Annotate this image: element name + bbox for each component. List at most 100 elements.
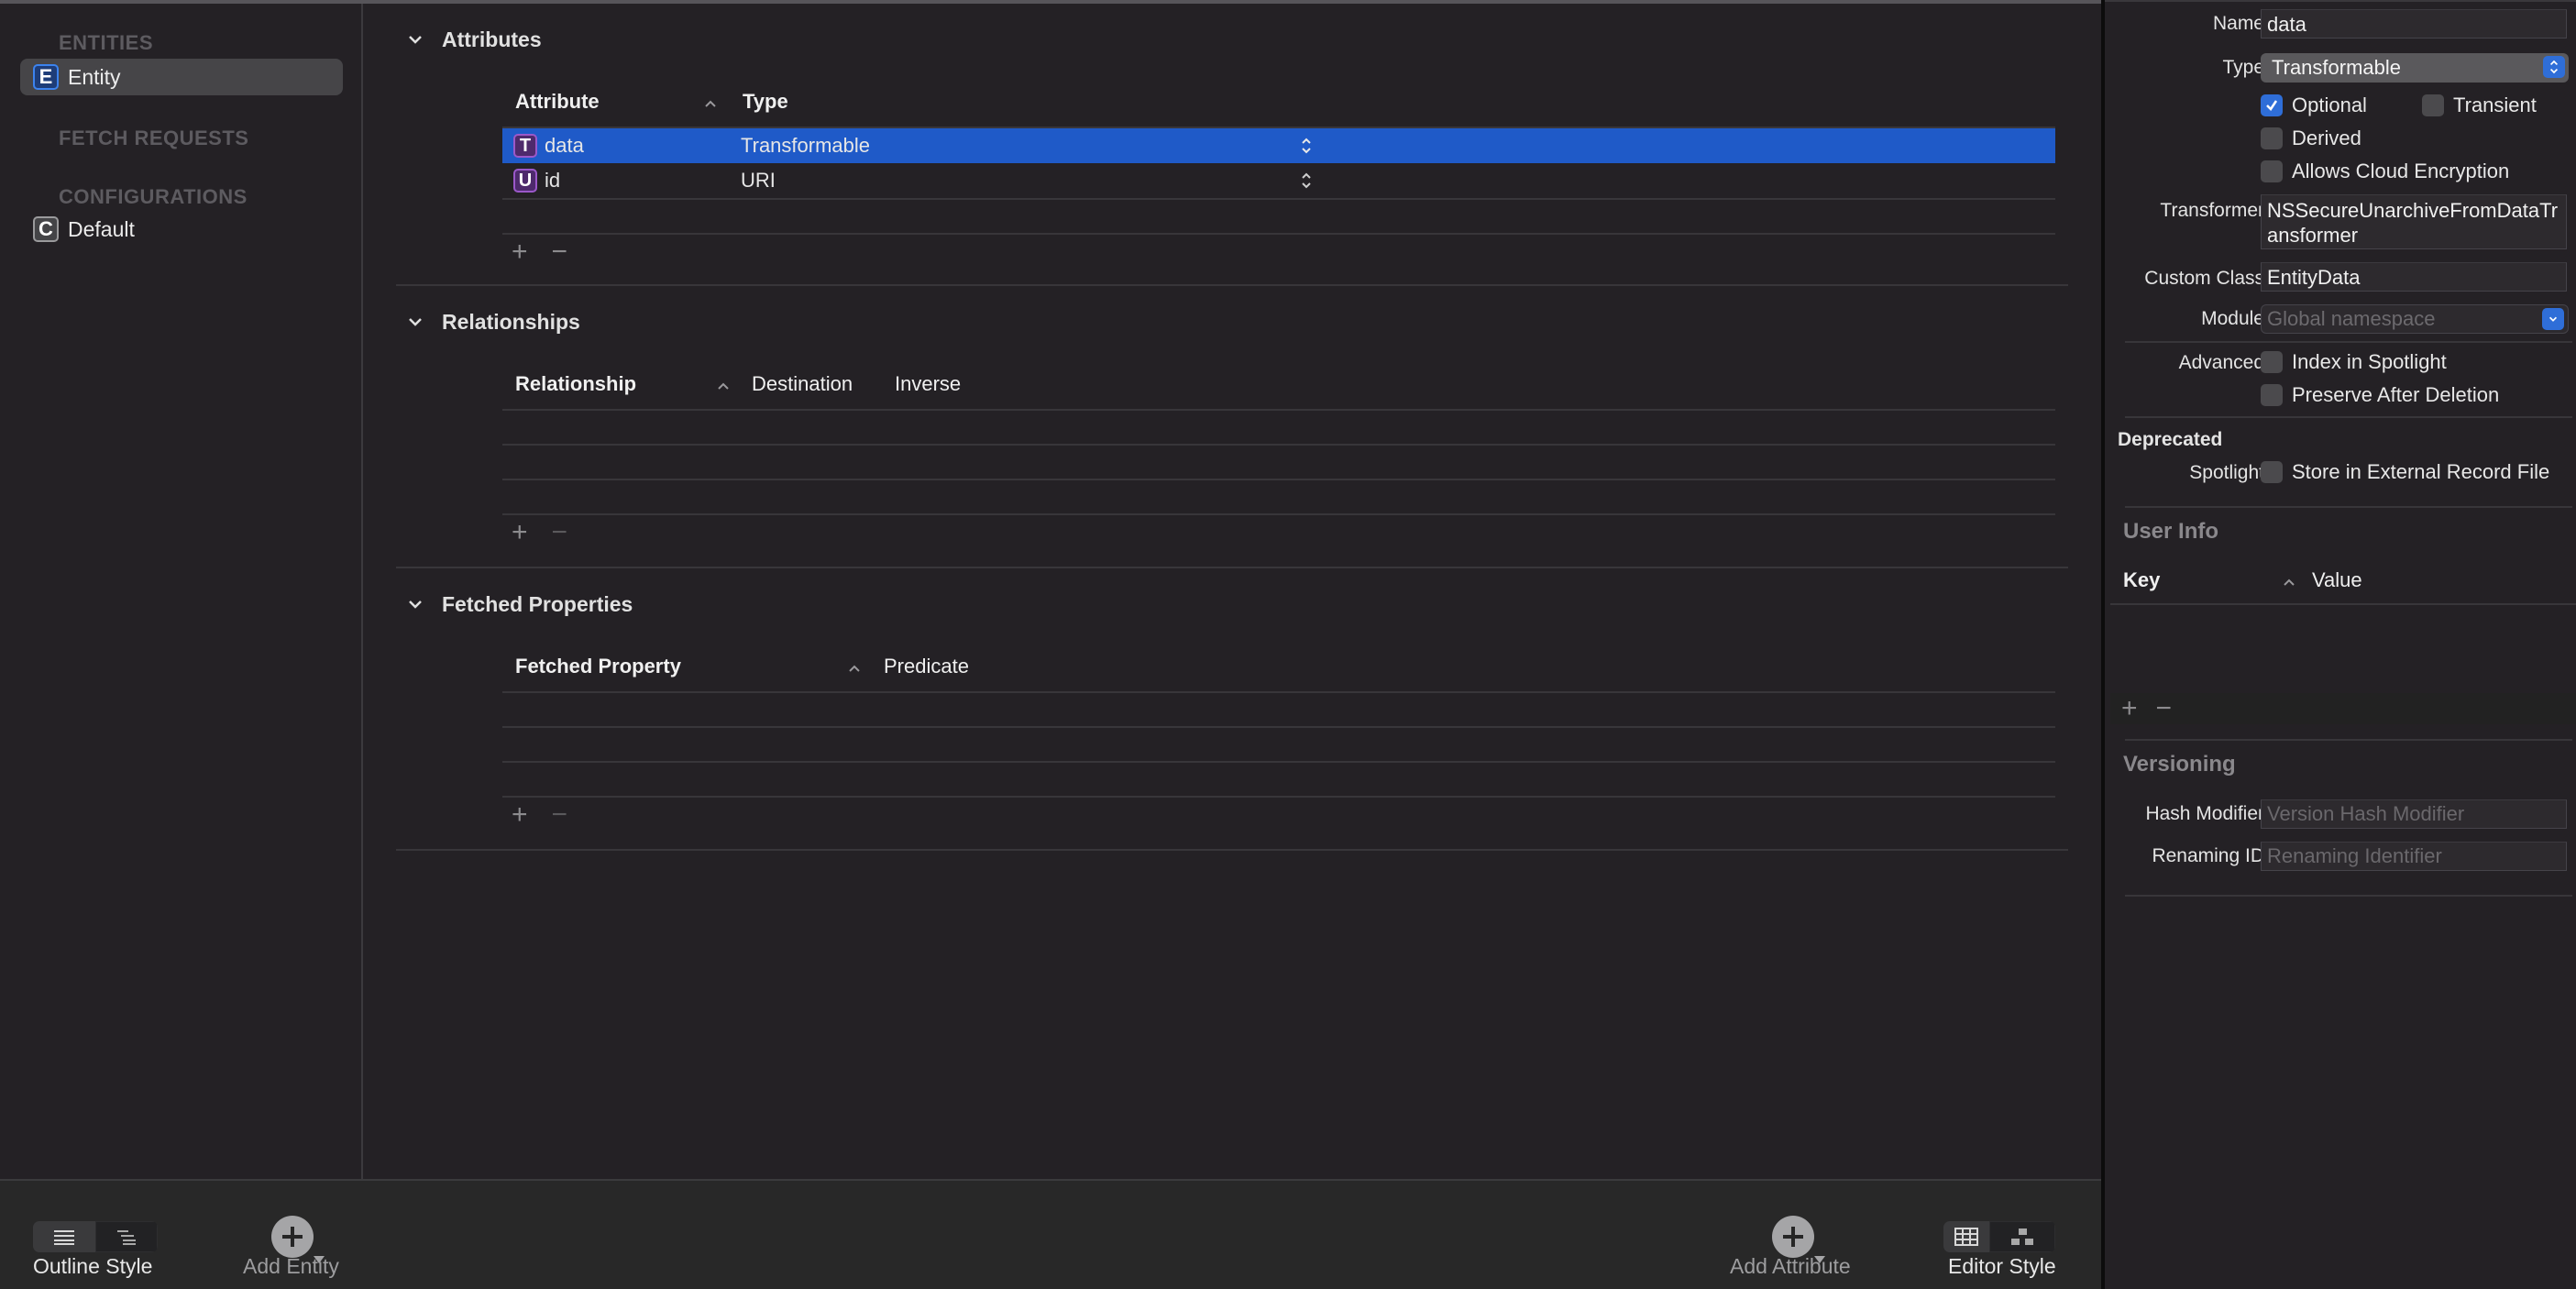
editor-style-table-button[interactable] [1943, 1221, 1989, 1252]
versioning-title: Versioning [2123, 752, 2236, 777]
optional-checkbox[interactable]: Optional [2261, 94, 2367, 117]
table-row[interactable]: T data Transformable [502, 128, 2055, 163]
list-indented-icon [117, 1230, 136, 1245]
spotlight-label: Spotlight [2189, 462, 2264, 483]
remove-attribute-button[interactable]: − [552, 238, 568, 266]
index-in-spotlight-checkbox[interactable]: Index in Spotlight [2261, 350, 2447, 374]
sort-ascending-icon [715, 380, 732, 392]
plus-icon [282, 1227, 303, 1247]
sidebar-item-entity[interactable]: E Entity [20, 59, 343, 95]
relationship-add-remove: + − [512, 519, 567, 546]
column-header-fetched-property[interactable]: Fetched Property [515, 655, 681, 678]
type-stepper-icon[interactable] [1300, 171, 1313, 191]
column-header-destination[interactable]: Destination [752, 372, 853, 396]
row-divider [502, 444, 2055, 446]
checkbox-checked-icon [2261, 94, 2283, 116]
table-grid-icon [1954, 1228, 1978, 1246]
transient-checkbox[interactable]: Transient [2422, 94, 2537, 117]
type-select[interactable]: Transformable [2261, 53, 2569, 83]
column-header-attribute[interactable]: Attribute [515, 90, 600, 114]
type-stepper-icon[interactable] [1300, 136, 1313, 156]
add-relationship-button[interactable]: + [512, 519, 528, 546]
up-down-arrows-icon [2543, 56, 2565, 78]
module-select[interactable]: Global namespace [2261, 304, 2569, 334]
plus-icon [1783, 1227, 1803, 1247]
add-attribute-plus-button[interactable]: + [512, 238, 528, 266]
transformable-type-icon: T [513, 134, 537, 158]
chevron-down-icon [2542, 308, 2564, 330]
outline-style-hierarchical-button[interactable] [95, 1221, 158, 1252]
chevron-down-icon[interactable] [405, 29, 425, 50]
remove-user-info-button[interactable]: − [2156, 695, 2173, 722]
derived-checkbox[interactable]: Derived [2261, 127, 2361, 150]
inspector-divider-line [2125, 506, 2572, 508]
sidebar-item-label: Entity [68, 64, 121, 89]
transformer-label: Transformer [2160, 200, 2264, 221]
attribute-name[interactable]: data [545, 134, 584, 158]
column-header-relationship[interactable]: Relationship [515, 372, 636, 396]
checkbox-unchecked-icon [2261, 461, 2283, 483]
checkbox-unchecked-icon [2261, 384, 2283, 406]
outline-style-segmented-control [33, 1221, 158, 1252]
hash-modifier-field[interactable] [2261, 799, 2567, 829]
remove-relationship-button[interactable]: − [552, 519, 568, 546]
entity-sidebar: ENTITIES E Entity FETCH REQUESTS CONFIGU… [0, 4, 362, 1179]
sort-ascending-icon [846, 662, 863, 675]
cloud-encryption-label: Allows Cloud Encryption [2292, 160, 2510, 182]
chevron-down-icon[interactable] [405, 594, 425, 614]
chevron-down-icon[interactable] [405, 312, 425, 332]
add-attribute-button[interactable] [1772, 1216, 1825, 1263]
row-divider [502, 233, 2055, 235]
add-entity-label: Add Entity [243, 1254, 339, 1278]
column-header-key[interactable]: Key [2123, 568, 2160, 592]
column-header-type[interactable]: Type [743, 90, 788, 114]
attribute-name[interactable]: id [545, 169, 560, 193]
deprecated-label: Deprecated [2118, 429, 2223, 450]
graph-diagram-icon [2011, 1228, 2033, 1245]
attribute-add-remove: + − [512, 238, 567, 266]
derived-label: Derived [2292, 127, 2361, 149]
bottom-toolbar: Outline Style Add Entity Add Attribute E… [0, 1179, 2103, 1289]
advanced-label: Advanced [2178, 352, 2264, 373]
external-record-label: Store in External Record File [2292, 460, 2550, 483]
attribute-type[interactable]: Transformable [741, 134, 870, 158]
optional-label: Optional [2292, 94, 2367, 116]
column-header-value[interactable]: Value [2312, 568, 2362, 592]
add-user-info-button[interactable]: + [2121, 695, 2138, 722]
renaming-id-field[interactable] [2261, 842, 2567, 871]
section-header-configurations: CONFIGURATIONS [59, 185, 248, 208]
add-fetched-property-button[interactable]: + [512, 801, 528, 829]
column-header-predicate[interactable]: Predicate [884, 655, 969, 678]
section-title-attributes: Attributes [442, 28, 542, 51]
header-divider [502, 691, 2055, 693]
transformer-field[interactable]: NSSecureUnarchiveFromDataTransformer [2261, 194, 2567, 249]
table-row[interactable]: U id URI [502, 163, 2055, 198]
index-spotlight-label: Index in Spotlight [2292, 350, 2447, 373]
add-entity-button[interactable] [271, 1216, 325, 1263]
editor-style-segmented-control [1943, 1221, 2055, 1252]
preserve-deletion-label: Preserve After Deletion [2292, 383, 2500, 406]
remove-fetched-property-button[interactable]: − [552, 801, 568, 829]
row-divider [502, 198, 2055, 200]
store-in-external-record-file-checkbox[interactable]: Store in External Record File [2261, 460, 2549, 484]
checkbox-unchecked-icon [2261, 160, 2283, 182]
entity-editor: Attributes Attribute Type T data Transfo… [363, 4, 2103, 1179]
allows-cloud-encryption-checkbox[interactable]: Allows Cloud Encryption [2261, 160, 2509, 183]
name-field[interactable]: data [2261, 9, 2567, 39]
custom-class-field[interactable]: EntityData [2261, 262, 2567, 292]
row-divider [502, 761, 2055, 763]
inspector-divider-line [2125, 895, 2572, 897]
column-header-inverse[interactable]: Inverse [895, 372, 961, 396]
user-info-title: User Info [2123, 519, 2219, 544]
inspector-divider-line [2125, 739, 2572, 741]
attribute-type[interactable]: URI [741, 169, 776, 193]
transient-label: Transient [2453, 94, 2537, 116]
outline-style-flat-button[interactable] [33, 1221, 95, 1252]
preserve-after-deletion-checkbox[interactable]: Preserve After Deletion [2261, 383, 2499, 407]
sidebar-item-default-configuration[interactable]: C Default [20, 211, 343, 248]
custom-class-label: Custom Class [2144, 268, 2264, 289]
list-flat-icon [54, 1230, 74, 1245]
renaming-id-label: Renaming ID [2152, 845, 2264, 866]
editor-style-graph-button[interactable] [1989, 1221, 2055, 1252]
section-divider [396, 567, 2068, 568]
